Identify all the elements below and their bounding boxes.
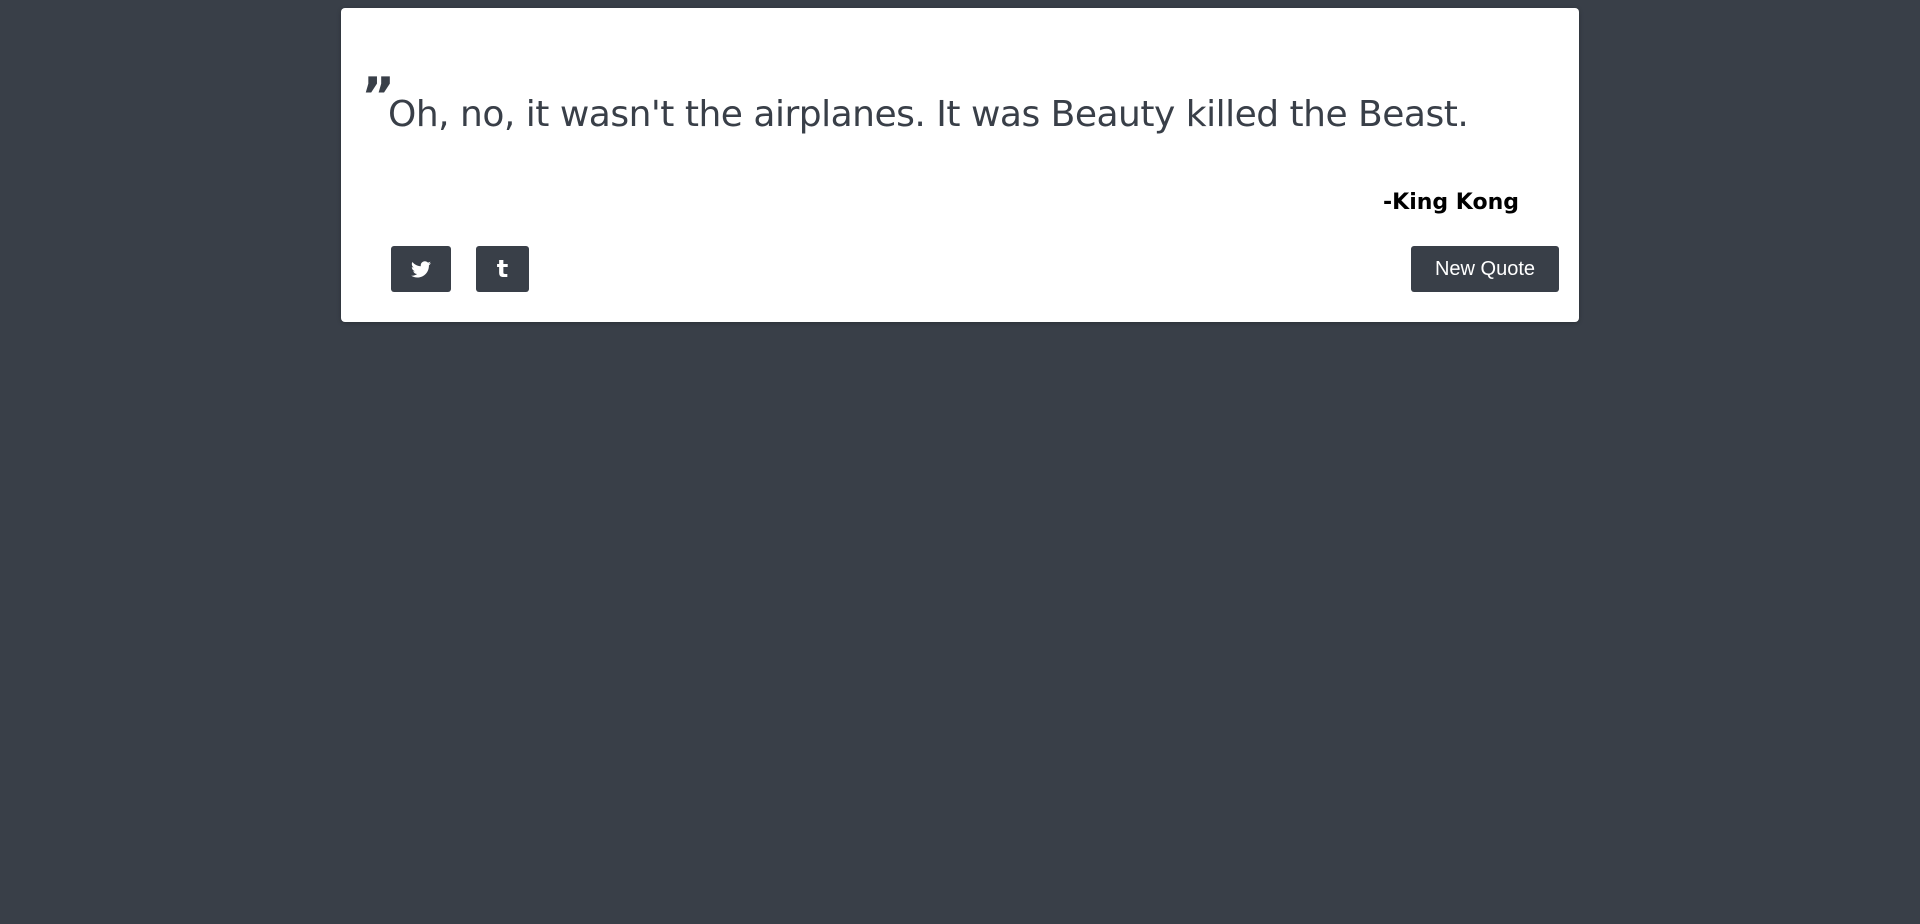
tumblr-icon: t (496, 255, 509, 283)
twitter-icon (411, 260, 431, 278)
quote-card: ” Oh, no, it wasn't the airplanes. It wa… (341, 8, 1579, 322)
quote-mark-icon: ” (361, 67, 395, 127)
quote-text: Oh, no, it wasn't the airplanes. It was … (388, 94, 1469, 135)
tweet-button[interactable] (391, 246, 451, 292)
tumblr-button[interactable]: t (476, 246, 529, 292)
quote-author: -King Kong (1383, 190, 1519, 215)
new-quote-button[interactable]: New Quote (1411, 246, 1559, 292)
